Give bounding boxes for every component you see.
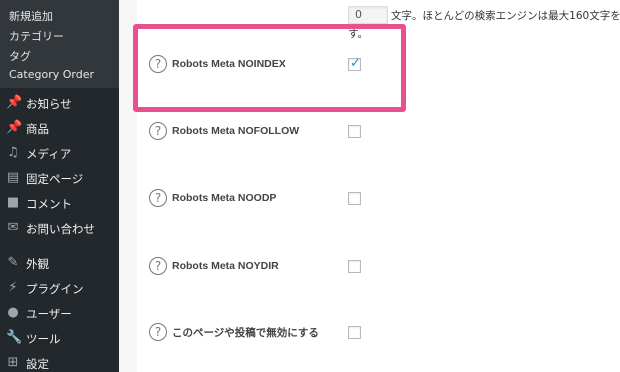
description-char-counter: 0 (348, 6, 388, 24)
sidebar-item-tools[interactable]: 🔧 ツール (0, 327, 119, 351)
sidebar-item-label: ユーザー (26, 307, 72, 321)
option-label-disable: このページや投稿で無効にする (172, 326, 319, 339)
submenu-item-add-new[interactable]: 新規追加 (9, 8, 53, 24)
option-label-nofollow: Robots Meta NOFOLLOW (172, 125, 300, 137)
counter-description: 文字。ほとんどの検索エンジンは最大160文字を ディ (391, 10, 620, 22)
disable-checkbox[interactable] (348, 326, 361, 339)
sidebar-item-label: ツール (26, 332, 61, 346)
noodp-checkbox[interactable] (348, 192, 361, 205)
plugin-icon: ⚡ (8, 280, 18, 295)
page-icon: ▤ (6, 170, 20, 185)
sidebar-item-pages[interactable]: ▤ 固定ページ (0, 167, 119, 191)
posts-submenu: 新規追加 カテゴリー タグ Category Order (0, 0, 119, 88)
settings-icon: ⊞ (7, 355, 19, 370)
pin-icon: 📌 (6, 120, 23, 135)
help-icon[interactable]: ? (149, 323, 167, 341)
sidebar-item-label: 外観 (26, 257, 49, 271)
nofollow-checkbox[interactable] (348, 125, 361, 138)
help-icon[interactable]: ? (149, 122, 167, 140)
sidebar-item-label: 設定 (26, 357, 49, 371)
comment-icon: ■ (6, 195, 20, 210)
sidebar-item-label: メディア (26, 147, 72, 161)
sidebar-item-contact[interactable]: ✉ お問い合わせ (0, 217, 119, 241)
sidebar-item-users[interactable]: ● ユーザー (0, 302, 119, 326)
wrench-icon: 🔧 (6, 330, 23, 345)
pin-icon: 📌 (6, 95, 23, 110)
option-row-disable: ? このページや投稿で無効にする (149, 322, 319, 342)
sidebar-item-plugins[interactable]: ⚡ プラグイン (0, 277, 119, 301)
sidebar-item-label: 固定ページ (26, 172, 84, 186)
option-label-noydir: Robots Meta NOYDIR (172, 260, 279, 272)
sidebar-item-label: コメント (26, 197, 72, 211)
submenu-item-tags[interactable]: タグ (9, 48, 31, 64)
user-icon: ● (7, 305, 19, 320)
sidebar-item-label: お問い合わせ (26, 222, 95, 236)
sidebar-item-media[interactable]: ♫ メディア (0, 142, 119, 166)
sidebar-item-label: 商品 (26, 122, 49, 136)
sidebar-item-appearance[interactable]: ✎ 外観 (0, 252, 119, 276)
noydir-checkbox[interactable] (348, 260, 361, 273)
brush-icon: ✎ (7, 255, 19, 270)
media-icon: ♫ (7, 145, 19, 160)
sidebar-item-label: お知らせ (26, 97, 72, 111)
option-row-noydir: ? Robots Meta NOYDIR (149, 256, 279, 276)
sidebar-item-comments[interactable]: ■ コメント (0, 192, 119, 216)
sidebar-item-news[interactable]: 📌 お知らせ (0, 92, 119, 116)
sidebar-item-label: プラグイン (26, 282, 84, 296)
submenu-item-category-order[interactable]: Category Order (9, 68, 94, 81)
help-icon[interactable]: ? (149, 189, 167, 207)
mail-icon: ✉ (7, 220, 19, 235)
sidebar-item-products[interactable]: 📌 商品 (0, 117, 119, 141)
option-row-nofollow: ? Robots Meta NOFOLLOW (149, 121, 299, 141)
submenu-item-categories[interactable]: カテゴリー (9, 28, 64, 44)
help-icon[interactable]: ? (149, 257, 167, 275)
option-row-noodp: ? Robots Meta NOODP (149, 188, 276, 208)
sidebar-item-settings[interactable]: ⊞ 設定 (0, 352, 119, 372)
option-label-noodp: Robots Meta NOODP (172, 192, 277, 204)
admin-sidebar: 新規追加 カテゴリー タグ Category Order 📌 お知らせ 📌 商品… (0, 0, 119, 372)
highlight-box (133, 24, 406, 112)
